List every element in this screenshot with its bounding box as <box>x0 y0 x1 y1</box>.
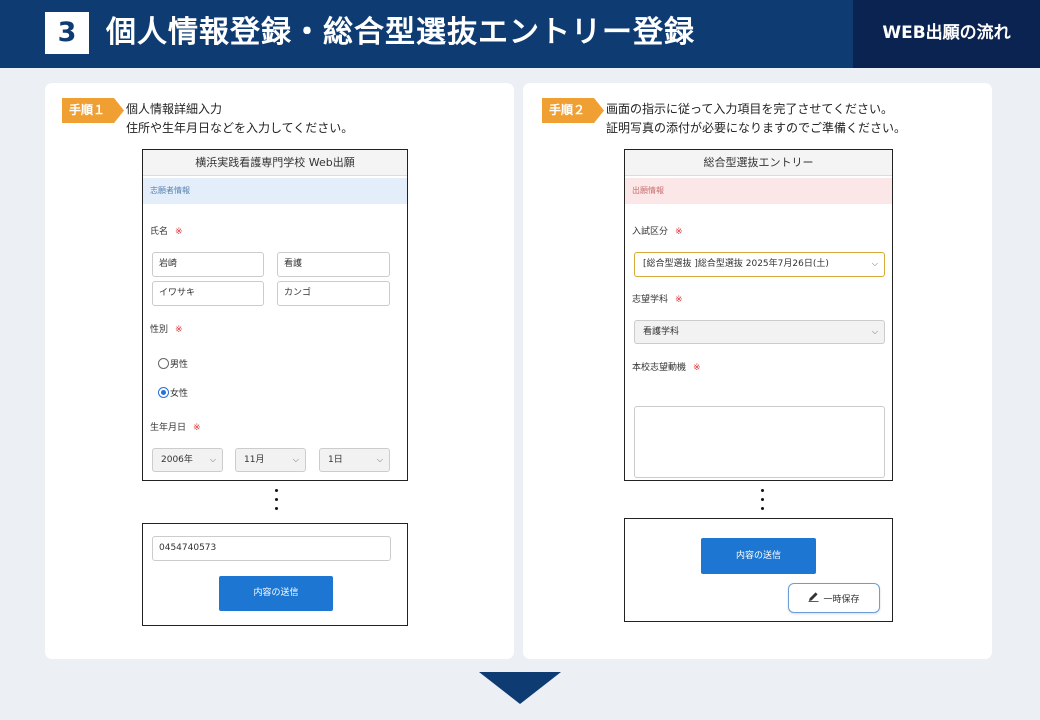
chevron-down-icon: ⌵ <box>209 455 216 464</box>
required-mark: ※ <box>175 325 183 335</box>
step2-badge: 手順２ <box>542 98 604 123</box>
name-label: 氏名 ※ <box>150 227 183 237</box>
step1-form-bottom: 0454740573 内容の送信 <box>142 523 408 626</box>
flow-tag: WEB出願の流れ <box>853 0 1040 68</box>
first-name-input[interactable]: 看護 <box>277 252 390 277</box>
birth-year-select[interactable]: 2006年 ⌵ <box>152 448 223 472</box>
last-name-input[interactable]: 岩崎 <box>152 252 264 277</box>
step2-instruction-1: 画面の指示に従って入力項目を完了させてください。 <box>606 102 894 116</box>
department-select[interactable]: 看護学科 ⌵ <box>634 320 885 344</box>
required-mark: ※ <box>675 227 683 237</box>
page-title: 個人情報登録・総合型選抜エントリー登録 <box>106 15 695 50</box>
chevron-down-icon: ⌵ <box>871 259 878 268</box>
chevron-down-icon: ⌵ <box>292 455 299 464</box>
submit-button[interactable]: 内容の送信 <box>219 576 333 611</box>
step2-instruction-2: 証明写真の添付が必要になりますのでご準備ください。 <box>606 121 907 135</box>
gender-label: 性別 ※ <box>150 325 183 335</box>
phone-input[interactable]: 0454740573 <box>152 536 391 561</box>
down-arrow-icon <box>479 672 561 704</box>
step-number: 3 <box>45 12 89 54</box>
vertical-ellipsis-icon <box>761 489 765 516</box>
radio-button-selected[interactable] <box>158 387 169 398</box>
department-label: 志望学科 ※ <box>632 295 683 305</box>
exam-type-select[interactable]: [総合型選抜 ]総合型選抜 2025年7月26日(土) ⌵ <box>634 252 885 277</box>
step1-instruction-2: 住所や生年月日などを入力してください。 <box>126 121 354 135</box>
radio-button[interactable] <box>158 358 169 369</box>
birth-month-select[interactable]: 11月 ⌵ <box>235 448 306 472</box>
step2-form-bottom: 内容の送信 一時保存 <box>624 518 893 622</box>
chevron-down-icon: ⌵ <box>871 327 878 336</box>
required-mark: ※ <box>193 423 201 433</box>
gender-radio-male[interactable]: 男性 <box>158 357 188 370</box>
temporary-save-button[interactable]: 一時保存 <box>788 583 880 613</box>
first-name-kana-input[interactable]: カンゴ <box>277 281 390 306</box>
exam-type-label: 入試区分 ※ <box>632 227 683 237</box>
motivation-textarea[interactable] <box>634 406 885 478</box>
birth-day-select[interactable]: 1日 ⌵ <box>319 448 390 472</box>
required-mark: ※ <box>175 227 183 237</box>
step1-instruction-1: 個人情報詳細入力 <box>126 102 223 116</box>
step2-form-top: 総合型選抜エントリー 出願情報 入試区分 ※ [総合型選抜 ]総合型選抜 2025… <box>624 149 893 481</box>
step1-panel: 手順１ 個人情報詳細入力 住所や生年月日などを入力してください。 横浜実践看護専… <box>45 83 514 659</box>
gender-radio-female[interactable]: 女性 <box>158 386 188 399</box>
required-mark: ※ <box>693 363 701 373</box>
chevron-down-icon: ⌵ <box>376 455 383 464</box>
section-header: 志願者情報 <box>143 178 407 204</box>
pencil-icon <box>808 591 819 605</box>
form-title: 横浜実践看護専門学校 Web出願 <box>143 150 407 176</box>
motivation-label: 本校志望動機 ※ <box>632 363 701 373</box>
form-title: 総合型選抜エントリー <box>625 150 892 176</box>
birthdate-label: 生年月日 ※ <box>150 423 201 433</box>
step1-badge: 手順１ <box>62 98 124 123</box>
step1-form-top: 横浜実践看護専門学校 Web出願 志願者情報 氏名 ※ 岩崎 看護 イワサキ カン… <box>142 149 408 481</box>
section-header: 出願情報 <box>625 178 892 204</box>
submit-button[interactable]: 内容の送信 <box>701 538 816 574</box>
step2-panel: 手順２ 画面の指示に従って入力項目を完了させてください。 証明写真の添付が必要に… <box>523 83 992 659</box>
vertical-ellipsis-icon <box>275 489 279 516</box>
required-mark: ※ <box>675 295 683 305</box>
last-name-kana-input[interactable]: イワサキ <box>152 281 264 306</box>
header-bar: 3 個人情報登録・総合型選抜エントリー登録 WEB出願の流れ <box>0 0 1040 68</box>
